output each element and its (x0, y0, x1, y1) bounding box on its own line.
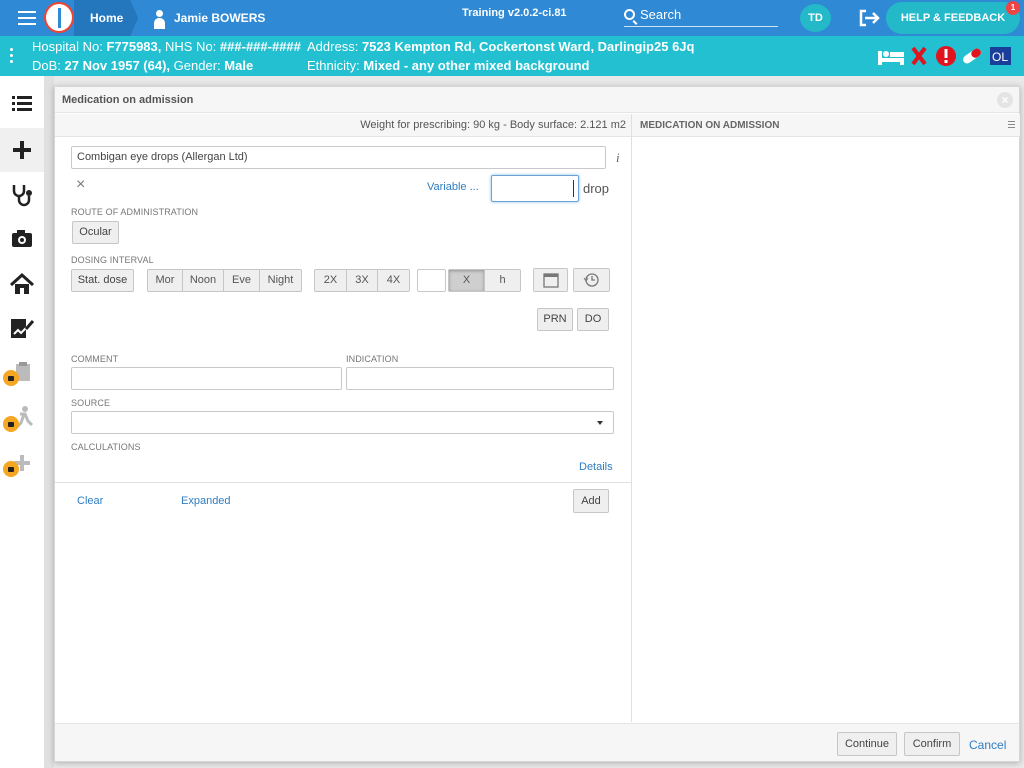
background-page (44, 76, 54, 768)
sidebar-sign-document-icon[interactable] (0, 307, 44, 351)
panel-menu-icon[interactable] (1008, 121, 1015, 130)
dose-unit: drop (583, 181, 610, 196)
sidebar (0, 76, 44, 768)
banner-ethnicity: Ethnicity: Mixed - any other mixed backg… (307, 58, 590, 73)
interval-h-button[interactable]: h (485, 270, 520, 291)
cross-alert-icon[interactable] (911, 46, 927, 66)
sidebar-stethoscope-icon[interactable] (0, 173, 44, 217)
dose-input[interactable] (491, 175, 579, 202)
clear-link[interactable]: Clear (77, 495, 103, 507)
sidebar-camera-icon[interactable] (0, 218, 44, 262)
user-avatar[interactable]: TD (800, 4, 831, 32)
interval-unit-group: X h (448, 269, 521, 292)
time-of-day-group: Mor Noon Eve Night (147, 269, 302, 292)
text-cursor (573, 180, 574, 197)
freq-2x-button[interactable]: 2X (315, 270, 347, 291)
freq-4x-button[interactable]: 4X (378, 270, 409, 291)
banner-address: Address: 7523 Kempton Rd, Cockertonst Wa… (307, 39, 695, 54)
indication-label: INDICATION (346, 354, 399, 364)
source-label: SOURCE (71, 398, 111, 408)
person-icon (152, 9, 166, 29)
stat-dose-button[interactable]: Stat. dose (71, 269, 134, 292)
medication-list-panel: MEDICATION ON ADMISSION (631, 114, 1020, 722)
details-link[interactable]: Details (579, 461, 613, 473)
clock-history-icon (583, 273, 599, 287)
sidebar-add-icon[interactable] (0, 128, 44, 172)
calendar-icon (543, 273, 559, 288)
help-feedback-button[interactable]: HELP & FEEDBACK 1 (886, 1, 1020, 34)
dialog-title: Medication on admission (62, 94, 194, 106)
bed-icon[interactable] (878, 51, 904, 65)
do-button[interactable]: DO (577, 308, 609, 331)
lock-icon (3, 416, 19, 432)
version-label: Training v2.0.2-ci.81 (462, 7, 567, 19)
breadcrumb-patient[interactable]: Jamie BOWERS (152, 0, 265, 36)
source-select[interactable] (71, 411, 614, 434)
indication-input[interactable] (346, 367, 614, 390)
sidebar-add-locked-icon[interactable] (0, 442, 44, 486)
ol-text: OL (992, 50, 1008, 64)
breadcrumb-home[interactable]: Home (74, 0, 138, 36)
help-label: HELP & FEEDBACK (900, 12, 1006, 24)
sidebar-list-icon[interactable] (0, 84, 44, 128)
divider (55, 482, 631, 483)
confirm-button[interactable]: Confirm (904, 732, 960, 756)
pill-icon[interactable] (962, 47, 983, 65)
search-placeholder: Search (640, 7, 682, 22)
search-icon (624, 9, 635, 20)
banner-ids: Hospital No: F775983, NHS No: ###-###-##… (32, 39, 301, 54)
interval-number-input[interactable] (417, 269, 446, 292)
dosing-interval-label: DOSING INTERVAL (71, 255, 154, 265)
close-icon[interactable]: × (997, 92, 1013, 108)
route-ocular-button[interactable]: Ocular (72, 221, 119, 244)
medication-search-input[interactable]: Combigan eye drops (Allergan Ltd) (71, 146, 606, 169)
banner-dob: DoB: 27 Nov 1957 (64), Gender: Male (32, 58, 254, 73)
schedule-button[interactable] (573, 268, 610, 292)
comment-input[interactable] (71, 367, 342, 390)
comment-label: COMMENT (71, 354, 119, 364)
interval-x-button[interactable]: X (449, 270, 485, 291)
app-logo[interactable] (44, 2, 74, 33)
prescribing-form: Weight for prescribing: 90 kg - Body sur… (55, 114, 631, 722)
patient-banner: Hospital No: F775983, NHS No: ###-###-##… (0, 36, 1024, 76)
weight-info: Weight for prescribing: 90 kg - Body sur… (55, 114, 631, 137)
logout-icon[interactable] (858, 9, 880, 27)
lock-icon (3, 461, 19, 477)
clear-medication-icon[interactable]: × (76, 176, 85, 194)
top-bar: Home Jamie BOWERS Training v2.0.2-ci.81 … (0, 0, 1024, 36)
time-noon-button[interactable]: Noon (183, 270, 224, 291)
expanded-link[interactable]: Expanded (181, 495, 231, 507)
frequency-group: 2X 3X 4X (314, 269, 410, 292)
time-night-button[interactable]: Night (260, 270, 301, 291)
dialog-footer: Continue Confirm Cancel (55, 723, 1019, 761)
cancel-link[interactable]: Cancel (969, 738, 1006, 752)
variable-dose-link[interactable]: Variable ... (427, 181, 479, 193)
patient-name: Jamie BOWERS (174, 11, 266, 25)
search-input[interactable]: Search (624, 5, 778, 27)
time-mor-button[interactable]: Mor (148, 270, 183, 291)
dialog-header: Medication on admission × (55, 87, 1019, 113)
panel-header: MEDICATION ON ADMISSION (632, 114, 1020, 137)
banner-menu-icon[interactable] (10, 48, 14, 66)
allergy-alert-icon[interactable] (936, 46, 956, 66)
sidebar-clipboard-locked-icon[interactable] (0, 352, 44, 396)
continue-button[interactable]: Continue (837, 732, 897, 756)
prn-button[interactable]: PRN (537, 308, 573, 331)
add-button[interactable]: Add (573, 489, 609, 513)
route-label: ROUTE OF ADMINISTRATION (71, 207, 199, 217)
calculations-label: CALCULATIONS (71, 442, 141, 452)
sidebar-activity-locked-icon[interactable] (0, 397, 44, 441)
help-badge: 1 (1006, 1, 1020, 15)
lock-icon (3, 370, 19, 386)
calendar-button[interactable] (533, 268, 568, 292)
info-icon[interactable]: i (616, 150, 620, 166)
ol-badge[interactable]: OL (990, 47, 1011, 65)
menu-icon[interactable] (18, 11, 36, 25)
freq-3x-button[interactable]: 3X (347, 270, 378, 291)
banner-alert-icons: OL (878, 46, 1011, 66)
time-eve-button[interactable]: Eve (224, 270, 260, 291)
chevron-down-icon (597, 421, 603, 425)
medication-on-admission-dialog: Medication on admission × Weight for pre… (54, 86, 1020, 762)
sidebar-home-icon[interactable] (0, 263, 44, 307)
